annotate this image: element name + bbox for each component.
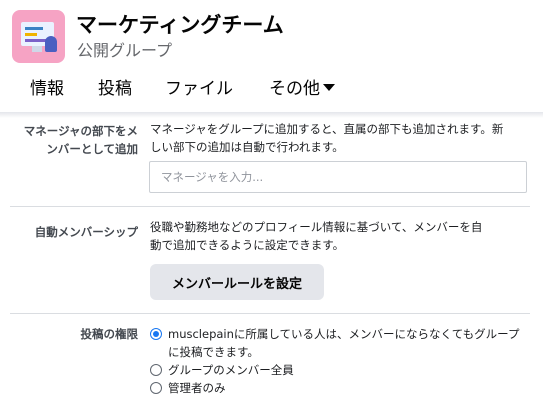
posting-option-label: グループのメンバー全員 bbox=[168, 363, 294, 377]
manager-setting-description: マネージャをグループに追加すると、直属の部下も追加されます。新 しい部下の追加は… bbox=[150, 120, 530, 156]
radio-button[interactable] bbox=[150, 382, 162, 394]
posting-permissions-label: 投稿の権限 bbox=[80, 327, 139, 341]
tab-more[interactable]: その他 bbox=[269, 74, 335, 99]
posting-option-org-members[interactable]: musclepainに所属している人は、メンバーにならなくてもグループ に投稿で… bbox=[150, 325, 530, 361]
manager-description-line1: マネージャをグループに追加すると、直属の部下も追加されます。新 bbox=[150, 122, 504, 136]
posting-option-admins-only[interactable]: 管理者のみ bbox=[150, 379, 530, 397]
tab-posts[interactable]: 投稿 bbox=[98, 74, 132, 99]
auto-membership-description-line2: 動で追加できるように設定できます。 bbox=[150, 238, 345, 252]
auto-membership-description-line1: 役職や勤務地などのプロフィール情報に基づいて、メンバーを自 bbox=[150, 220, 483, 234]
group-tabs: 情報 投稿 ファイル その他 bbox=[0, 74, 543, 104]
group-cover-icon[interactable] bbox=[12, 10, 65, 63]
posting-option-line1: musclepainに所属している人は、メンバーにならなくてもグループ bbox=[168, 327, 520, 341]
auto-membership-label: 自動メンバーシップ bbox=[34, 225, 138, 239]
manager-label-line2: ンバーとして追加 bbox=[46, 142, 138, 156]
posting-option-all-members[interactable]: グループのメンバー全員 bbox=[150, 361, 530, 379]
manager-label-line1: マネージャの部下をメ bbox=[23, 124, 138, 138]
header-shadow bbox=[0, 112, 543, 118]
person-graphic bbox=[45, 36, 57, 52]
posting-option-line2: に投稿できます。 bbox=[168, 345, 259, 359]
chart-bar-graphic bbox=[25, 33, 37, 36]
manager-input[interactable] bbox=[149, 161, 527, 193]
posting-option-label: 管理者のみ bbox=[168, 381, 226, 395]
group-header: マーケティングチーム 公開グループ 情報 投稿 ファイル その他 bbox=[0, 0, 543, 113]
tab-files[interactable]: ファイル bbox=[165, 74, 233, 99]
chart-bar-graphic bbox=[25, 39, 47, 42]
divider bbox=[10, 313, 530, 314]
manager-setting-label: マネージャの部下をメ ンバーとして追加 bbox=[24, 122, 138, 158]
auto-membership-description: 役職や勤務地などのプロフィール情報に基づいて、メンバーを自 動で追加できるように… bbox=[150, 218, 530, 254]
set-member-rules-button[interactable]: メンバールールを設定 bbox=[150, 264, 324, 300]
divider bbox=[10, 206, 530, 207]
tab-info[interactable]: 情報 bbox=[30, 74, 64, 99]
radio-button-selected[interactable] bbox=[150, 328, 162, 340]
group-privacy: 公開グループ bbox=[77, 41, 173, 60]
chart-bar-graphic bbox=[25, 27, 43, 30]
manager-description-line2: しい部下の追加は自動で行われます。 bbox=[150, 140, 344, 154]
group-name[interactable]: マーケティングチーム bbox=[76, 9, 284, 39]
caret-down-icon bbox=[323, 83, 335, 91]
radio-button[interactable] bbox=[150, 364, 162, 376]
tab-more-label: その他 bbox=[269, 79, 320, 99]
monitor-stand-graphic bbox=[32, 46, 42, 52]
posting-option-label: musclepainに所属している人は、メンバーにならなくてもグループ に投稿で… bbox=[168, 325, 519, 361]
